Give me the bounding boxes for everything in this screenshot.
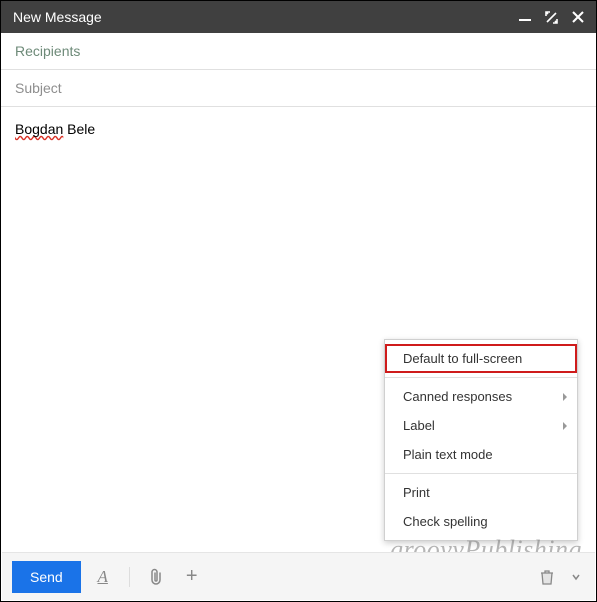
- menu-plain-text[interactable]: Plain text mode: [385, 440, 577, 469]
- recipients-field[interactable]: Recipients: [1, 33, 596, 70]
- menu-check-spelling[interactable]: Check spelling: [385, 507, 577, 536]
- menu-separator: [385, 473, 577, 474]
- compose-titlebar: New Message: [1, 1, 596, 33]
- body-word: Bogdan: [15, 121, 63, 137]
- more-options-menu: Default to full-screen Canned responses …: [384, 339, 578, 541]
- menu-print[interactable]: Print: [385, 478, 577, 507]
- more-options-icon[interactable]: [567, 563, 585, 591]
- trash-icon[interactable]: [533, 563, 561, 591]
- compose-toolbar: Send A +: [2, 552, 595, 600]
- header-fields: Recipients Subject: [1, 33, 596, 107]
- compose-title: New Message: [13, 9, 102, 25]
- fullscreen-icon[interactable]: [545, 11, 558, 24]
- menu-canned-responses[interactable]: Canned responses: [385, 382, 577, 411]
- attach-icon[interactable]: [142, 563, 170, 591]
- minimize-icon[interactable]: [519, 12, 531, 22]
- menu-default-fullscreen[interactable]: Default to full-screen: [385, 344, 577, 373]
- window-controls: [519, 11, 584, 24]
- menu-separator: [385, 377, 577, 378]
- body-word: Bele: [67, 121, 95, 137]
- insert-more-icon[interactable]: +: [178, 563, 206, 591]
- formatting-icon[interactable]: A: [89, 563, 117, 591]
- subject-field[interactable]: Subject: [1, 70, 596, 107]
- toolbar-divider: [129, 567, 130, 587]
- menu-label[interactable]: Label: [385, 411, 577, 440]
- send-button[interactable]: Send: [12, 561, 81, 593]
- close-icon[interactable]: [572, 11, 584, 23]
